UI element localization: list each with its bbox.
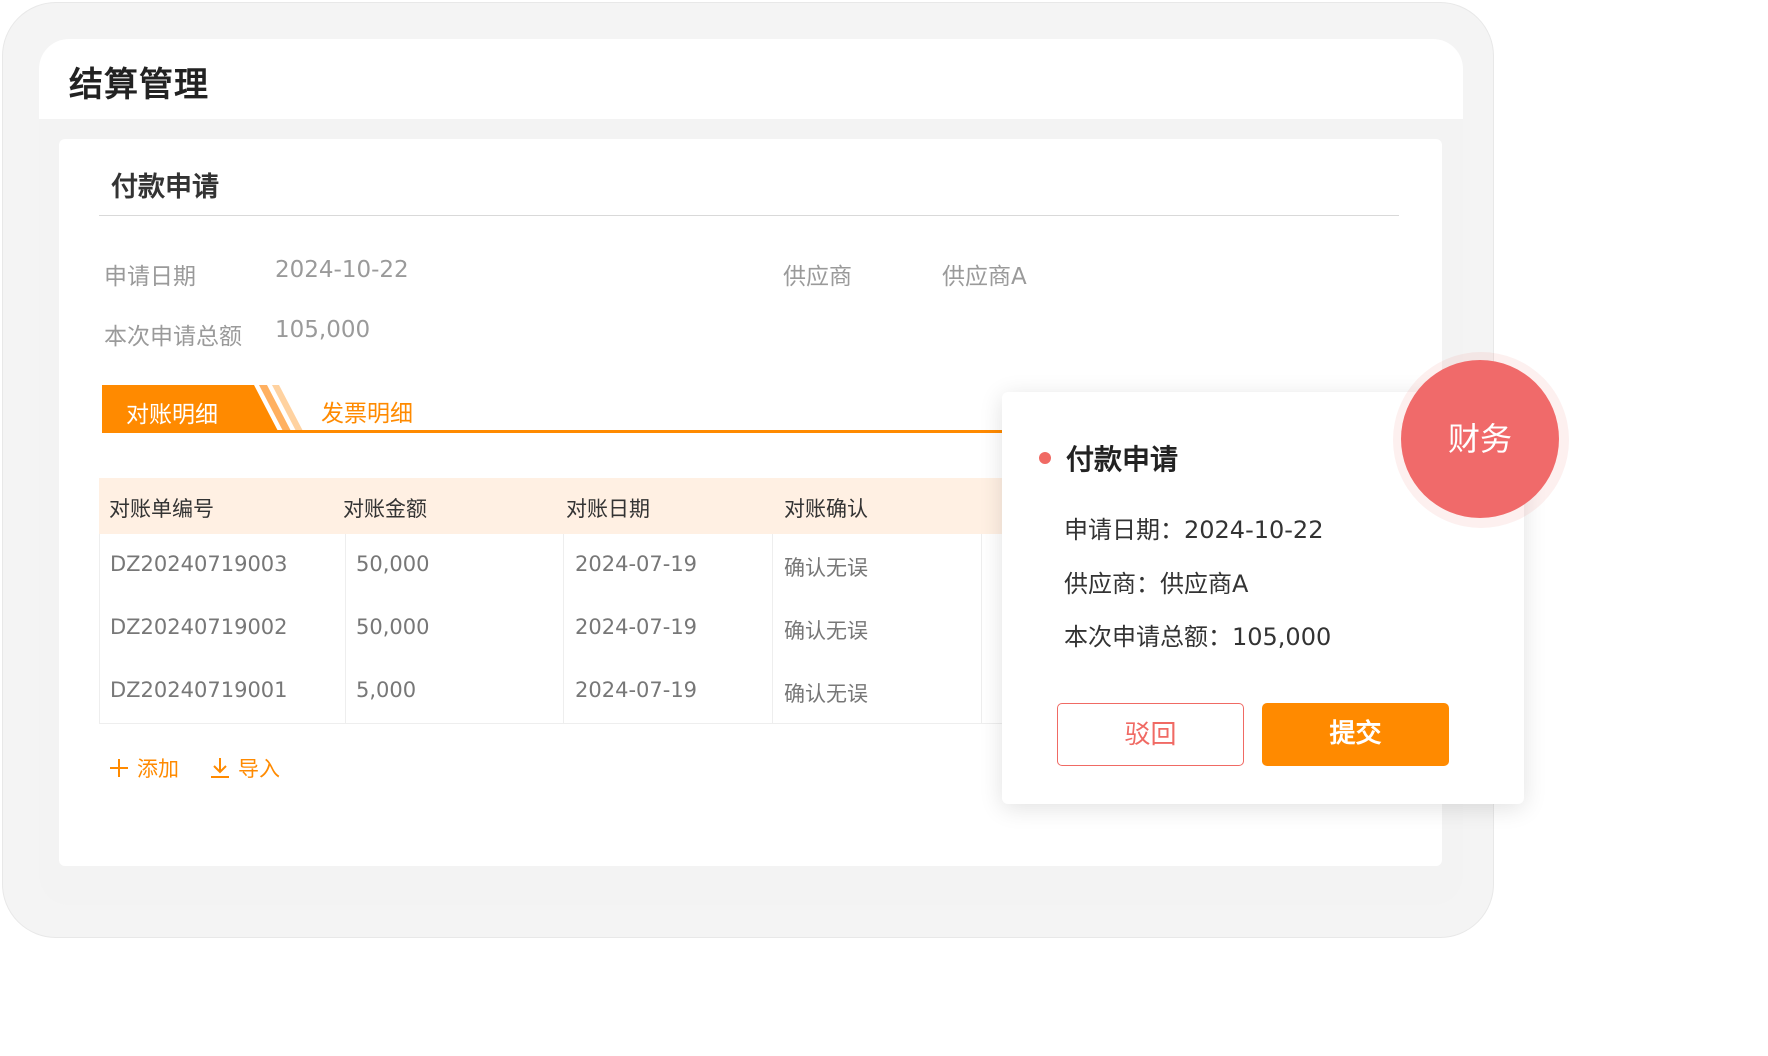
section-title: 付款申请: [111, 172, 219, 203]
table-cell: 确认无误: [784, 619, 868, 643]
table-cell: 2024-07-19: [575, 552, 698, 576]
total-value: 105,000: [275, 317, 371, 343]
table-row[interactable]: DZ20240719003 50,000 2024-07-19 确认无误: [100, 534, 1100, 597]
table-cell: DZ20240719003: [110, 552, 288, 576]
apply-date-label: 申请日期: [104, 264, 196, 290]
table-cell: DZ20240719001: [110, 678, 288, 702]
reject-button[interactable]: 驳回: [1057, 703, 1244, 766]
tab-label: 对账明细: [126, 402, 218, 428]
add-button[interactable]: 添加: [109, 753, 179, 783]
tab-invoice-detail[interactable]: 发票明细: [321, 394, 413, 428]
supplier-label: 供应商: [783, 264, 852, 290]
add-label: 添加: [137, 757, 179, 781]
table-cell: 50,000: [356, 552, 430, 576]
table-cell: 50,000: [356, 615, 430, 639]
column-header: 对账确认: [784, 497, 868, 521]
supplier-value: 供应商A: [942, 264, 1027, 290]
import-label: 导入: [238, 757, 280, 781]
role-badge: 财务: [1401, 360, 1559, 518]
import-button[interactable]: 导入: [210, 753, 280, 783]
popup-apply-date: 申请日期：2024-10-22: [1064, 516, 1324, 544]
total-label: 本次申请总额: [104, 324, 242, 350]
table-row[interactable]: DZ20240719001 5,000 2024-07-19 确认无误: [100, 660, 1100, 723]
column-header: 对账日期: [566, 497, 650, 521]
popup-total: 本次申请总额：105,000: [1064, 623, 1332, 651]
table-cell: 确认无误: [784, 556, 868, 580]
status-dot: [1039, 452, 1051, 464]
table-cell: 2024-07-19: [575, 678, 698, 702]
table-cell: 2024-07-19: [575, 615, 698, 639]
app-header: 结算管理: [39, 39, 1463, 119]
column-header: 对账金额: [343, 497, 427, 521]
popup-supplier: 供应商：供应商A: [1064, 570, 1249, 598]
table-header: 对账单编号 对账金额 对账日期 对账确认: [99, 478, 1099, 534]
app-title: 结算管理: [69, 65, 209, 105]
column-header: 对账单编号: [109, 497, 214, 521]
tab-stripes-decoration: [245, 385, 304, 433]
download-icon: [211, 758, 229, 778]
plus-icon: [110, 759, 128, 777]
table-row[interactable]: DZ20240719002 50,000 2024-07-19 确认无误: [100, 597, 1100, 660]
table-body: DZ20240719003 50,000 2024-07-19 确认无误 DZ2…: [99, 534, 1100, 724]
apply-date-value: 2024-10-22: [275, 257, 409, 283]
table-cell: 确认无误: [784, 682, 868, 706]
section-divider: [99, 215, 1399, 216]
table-cell: DZ20240719002: [110, 615, 288, 639]
tab-underline: [102, 430, 1102, 433]
submit-button[interactable]: 提交: [1262, 703, 1449, 766]
table-cell: 5,000: [356, 678, 417, 702]
popup-title: 付款申请: [1066, 443, 1179, 476]
